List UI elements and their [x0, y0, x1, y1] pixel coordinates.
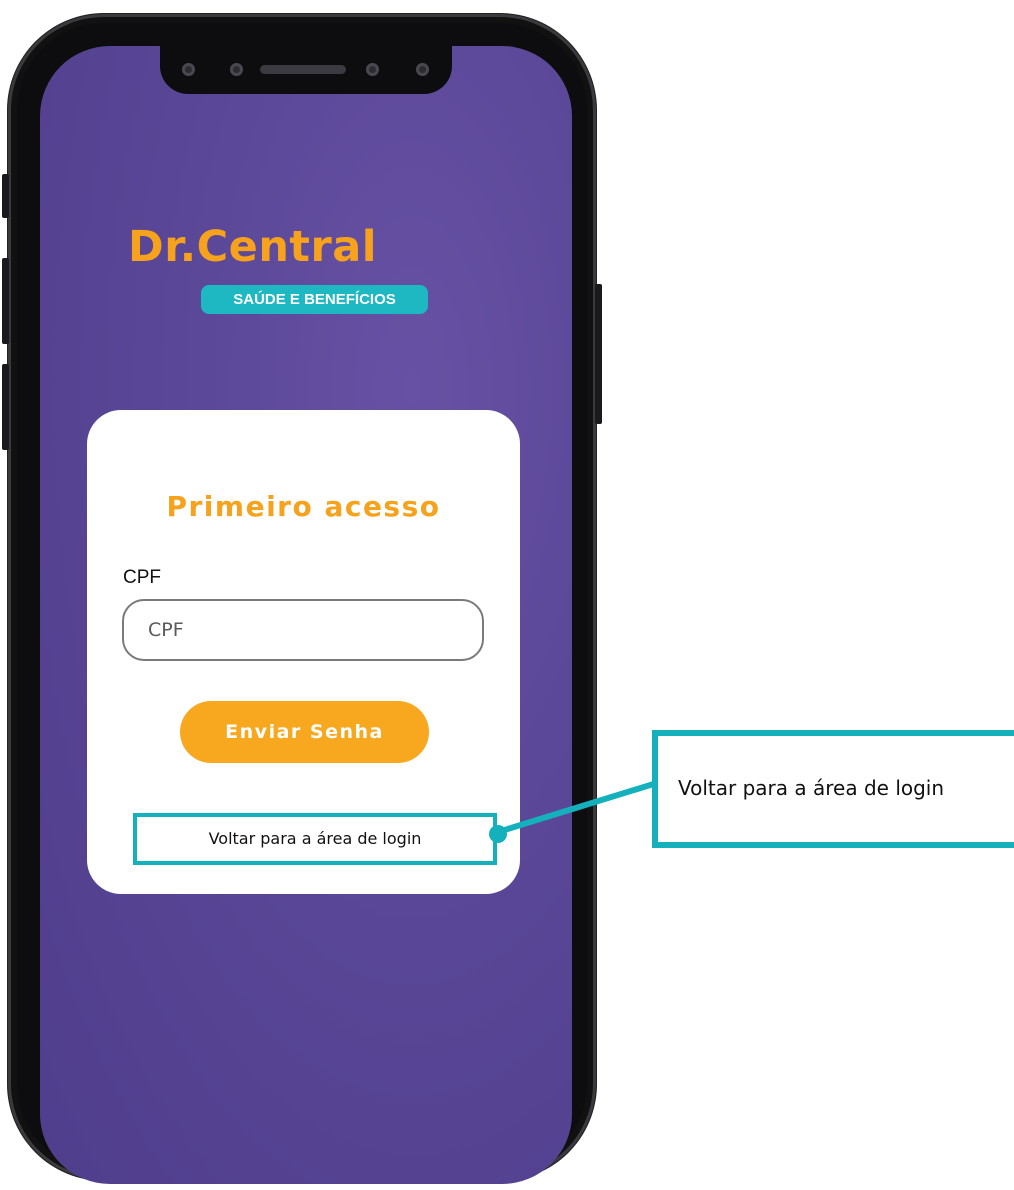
- phone-screen: Dr.Central SAÚDE E BENEFÍCIOS Primeiro a…: [40, 46, 572, 1184]
- volume-up-button: [2, 258, 9, 344]
- volume-down-button: [2, 364, 9, 450]
- power-button: [595, 284, 602, 424]
- speaker-grille: [260, 65, 346, 74]
- front-camera-icon: [366, 63, 379, 76]
- phone-frame: Dr.Central SAÚDE E BENEFÍCIOS Primeiro a…: [2, 14, 602, 1184]
- logo-title: Dr.Central: [128, 222, 377, 272]
- send-password-button[interactable]: Enviar Senha: [180, 701, 429, 763]
- mute-switch: [2, 174, 9, 218]
- sensor-dot-icon: [230, 63, 243, 76]
- cpf-label: CPF: [123, 567, 161, 588]
- phone-notch: [160, 46, 452, 94]
- sensor-dot-icon: [182, 63, 195, 76]
- brand-logo: Dr.Central SAÚDE E BENEFÍCIOS: [128, 222, 438, 318]
- page-title: Primeiro acesso: [166, 490, 441, 523]
- cpf-input[interactable]: [122, 599, 484, 661]
- first-access-card: Primeiro acesso CPF Enviar Senha Voltar …: [87, 410, 520, 894]
- logo-subtitle-badge: SAÚDE E BENEFÍCIOS: [201, 285, 428, 314]
- sensor-dot-icon: [416, 63, 429, 76]
- back-to-login-link[interactable]: Voltar para a área de login: [133, 813, 497, 865]
- callout-label: Voltar para a área de login: [678, 776, 945, 800]
